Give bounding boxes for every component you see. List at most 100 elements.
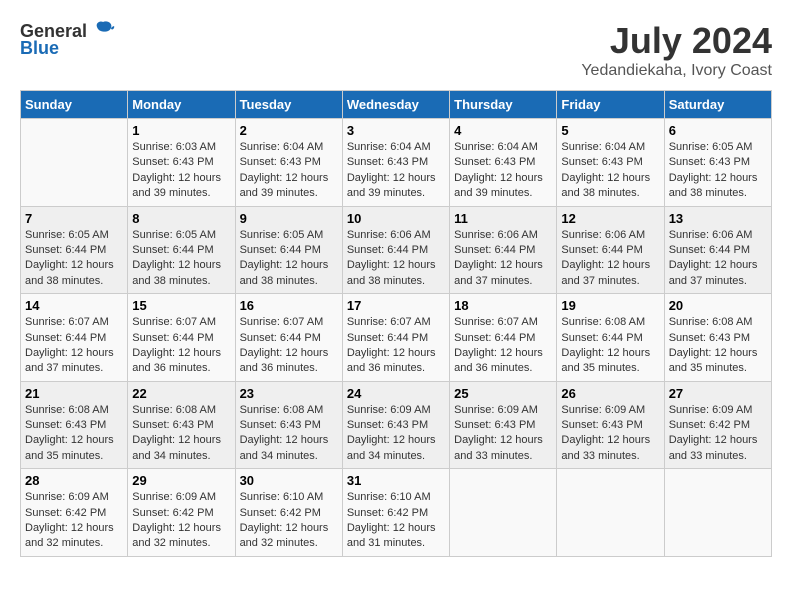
calendar-cell: 19 Sunrise: 6:08 AM Sunset: 6:44 PM Dayli… xyxy=(557,294,664,382)
day-info: Sunrise: 6:05 AM Sunset: 6:44 PM Dayligh… xyxy=(25,228,123,290)
day-info: Sunrise: 6:08 AM Sunset: 6:44 PM Dayligh… xyxy=(561,315,659,377)
day-number: 4 xyxy=(454,123,552,138)
day-info: Sunrise: 6:09 AM Sunset: 6:42 PM Dayligh… xyxy=(132,490,230,552)
calendar-cell: 23 Sunrise: 6:08 AM Sunset: 6:43 PM Dayli… xyxy=(235,381,342,469)
day-info: Sunrise: 6:09 AM Sunset: 6:42 PM Dayligh… xyxy=(25,490,123,552)
col-header-sunday: Sunday xyxy=(21,91,128,119)
month-year: July 2024 xyxy=(581,20,772,62)
day-info: Sunrise: 6:08 AM Sunset: 6:43 PM Dayligh… xyxy=(132,403,230,465)
col-header-monday: Monday xyxy=(128,91,235,119)
col-header-wednesday: Wednesday xyxy=(342,91,449,119)
day-info: Sunrise: 6:09 AM Sunset: 6:43 PM Dayligh… xyxy=(561,403,659,465)
day-number: 30 xyxy=(240,473,338,488)
calendar-cell: 21 Sunrise: 6:08 AM Sunset: 6:43 PM Dayli… xyxy=(21,381,128,469)
calendar-cell: 16Sunrise: 6:07 AM Sunset: 6:44 PM Dayli… xyxy=(235,294,342,382)
day-info: Sunrise: 6:06 AM Sunset: 6:44 PM Dayligh… xyxy=(669,228,767,290)
calendar-cell: 25 Sunrise: 6:09 AM Sunset: 6:43 PM Dayli… xyxy=(450,381,557,469)
day-number: 7 xyxy=(25,211,123,226)
col-header-tuesday: Tuesday xyxy=(235,91,342,119)
day-number: 9 xyxy=(240,211,338,226)
calendar-week-row: 21 Sunrise: 6:08 AM Sunset: 6:43 PM Dayli… xyxy=(21,381,772,469)
calendar-cell: 31Sunrise: 6:10 AM Sunset: 6:42 PM Dayli… xyxy=(342,469,449,557)
calendar-cell: 4 Sunrise: 6:04 AM Sunset: 6:43 PM Daylig… xyxy=(450,119,557,207)
calendar-cell: 27Sunrise: 6:09 AM Sunset: 6:42 PM Dayli… xyxy=(664,381,771,469)
day-info: Sunrise: 6:10 AM Sunset: 6:42 PM Dayligh… xyxy=(347,490,445,552)
calendar-cell: 5Sunrise: 6:04 AM Sunset: 6:43 PM Daylig… xyxy=(557,119,664,207)
day-info: Sunrise: 6:07 AM Sunset: 6:44 PM Dayligh… xyxy=(25,315,123,377)
day-info: Sunrise: 6:06 AM Sunset: 6:44 PM Dayligh… xyxy=(561,228,659,290)
day-number: 3 xyxy=(347,123,445,138)
day-number: 10 xyxy=(347,211,445,226)
col-header-friday: Friday xyxy=(557,91,664,119)
day-info: Sunrise: 6:07 AM Sunset: 6:44 PM Dayligh… xyxy=(132,315,230,377)
day-info: Sunrise: 6:05 AM Sunset: 6:43 PM Dayligh… xyxy=(669,140,767,202)
day-info: Sunrise: 6:04 AM Sunset: 6:43 PM Dayligh… xyxy=(347,140,445,202)
page-header: General Blue July 2024 Yedandiekaha, Ivo… xyxy=(20,20,772,80)
calendar-week-row: 7 Sunrise: 6:05 AM Sunset: 6:44 PM Daylig… xyxy=(21,206,772,294)
calendar-week-row: 28 Sunrise: 6:09 AM Sunset: 6:42 PM Dayli… xyxy=(21,469,772,557)
calendar-cell: 30 Sunrise: 6:10 AM Sunset: 6:42 PM Dayli… xyxy=(235,469,342,557)
calendar-cell: 13 Sunrise: 6:06 AM Sunset: 6:44 PM Dayli… xyxy=(664,206,771,294)
calendar-cell: 1Sunrise: 6:03 AM Sunset: 6:43 PM Daylig… xyxy=(128,119,235,207)
day-info: Sunrise: 6:04 AM Sunset: 6:43 PM Dayligh… xyxy=(240,140,338,202)
day-number: 15 xyxy=(132,298,230,313)
logo-bird-icon xyxy=(91,20,115,42)
day-info: Sunrise: 6:05 AM Sunset: 6:44 PM Dayligh… xyxy=(132,228,230,290)
day-info: Sunrise: 6:08 AM Sunset: 6:43 PM Dayligh… xyxy=(25,403,123,465)
day-number: 13 xyxy=(669,211,767,226)
day-info: Sunrise: 6:07 AM Sunset: 6:44 PM Dayligh… xyxy=(347,315,445,377)
day-number: 18 xyxy=(454,298,552,313)
day-info: Sunrise: 6:10 AM Sunset: 6:42 PM Dayligh… xyxy=(240,490,338,552)
calendar-cell xyxy=(21,119,128,207)
day-number: 5 xyxy=(561,123,659,138)
day-info: Sunrise: 6:05 AM Sunset: 6:44 PM Dayligh… xyxy=(240,228,338,290)
day-number: 17 xyxy=(347,298,445,313)
col-header-thursday: Thursday xyxy=(450,91,557,119)
logo: General Blue xyxy=(20,20,115,59)
calendar-cell: 18 Sunrise: 6:07 AM Sunset: 6:44 PM Dayli… xyxy=(450,294,557,382)
day-info: Sunrise: 6:08 AM Sunset: 6:43 PM Dayligh… xyxy=(669,315,767,377)
day-info: Sunrise: 6:09 AM Sunset: 6:42 PM Dayligh… xyxy=(669,403,767,465)
day-info: Sunrise: 6:07 AM Sunset: 6:44 PM Dayligh… xyxy=(240,315,338,377)
calendar-cell: 11 Sunrise: 6:06 AM Sunset: 6:44 PM Dayli… xyxy=(450,206,557,294)
day-number: 26 xyxy=(561,386,659,401)
calendar-cell: 6 Sunrise: 6:05 AM Sunset: 6:43 PM Daylig… xyxy=(664,119,771,207)
day-info: Sunrise: 6:09 AM Sunset: 6:43 PM Dayligh… xyxy=(454,403,552,465)
col-header-saturday: Saturday xyxy=(664,91,771,119)
calendar-cell: 14 Sunrise: 6:07 AM Sunset: 6:44 PM Dayli… xyxy=(21,294,128,382)
day-number: 14 xyxy=(25,298,123,313)
title-area: July 2024 Yedandiekaha, Ivory Coast xyxy=(581,20,772,80)
calendar-header-row: SundayMondayTuesdayWednesdayThursdayFrid… xyxy=(21,91,772,119)
calendar-cell: 3 Sunrise: 6:04 AM Sunset: 6:43 PM Daylig… xyxy=(342,119,449,207)
calendar-cell xyxy=(557,469,664,557)
calendar-cell: 24Sunrise: 6:09 AM Sunset: 6:43 PM Dayli… xyxy=(342,381,449,469)
calendar-cell: 15 Sunrise: 6:07 AM Sunset: 6:44 PM Dayli… xyxy=(128,294,235,382)
day-info: Sunrise: 6:09 AM Sunset: 6:43 PM Dayligh… xyxy=(347,403,445,465)
calendar-cell xyxy=(664,469,771,557)
day-number: 22 xyxy=(132,386,230,401)
day-number: 28 xyxy=(25,473,123,488)
day-info: Sunrise: 6:06 AM Sunset: 6:44 PM Dayligh… xyxy=(347,228,445,290)
calendar-cell: 10 Sunrise: 6:06 AM Sunset: 6:44 PM Dayli… xyxy=(342,206,449,294)
day-number: 21 xyxy=(25,386,123,401)
day-number: 23 xyxy=(240,386,338,401)
day-info: Sunrise: 6:08 AM Sunset: 6:43 PM Dayligh… xyxy=(240,403,338,465)
day-number: 2 xyxy=(240,123,338,138)
day-number: 29 xyxy=(132,473,230,488)
calendar-cell: 2 Sunrise: 6:04 AM Sunset: 6:43 PM Daylig… xyxy=(235,119,342,207)
day-number: 19 xyxy=(561,298,659,313)
day-info: Sunrise: 6:03 AM Sunset: 6:43 PM Dayligh… xyxy=(132,140,230,202)
day-number: 25 xyxy=(454,386,552,401)
calendar-cell: 26 Sunrise: 6:09 AM Sunset: 6:43 PM Dayli… xyxy=(557,381,664,469)
calendar-cell: 7 Sunrise: 6:05 AM Sunset: 6:44 PM Daylig… xyxy=(21,206,128,294)
day-info: Sunrise: 6:06 AM Sunset: 6:44 PM Dayligh… xyxy=(454,228,552,290)
day-number: 20 xyxy=(669,298,767,313)
calendar-cell: 9 Sunrise: 6:05 AM Sunset: 6:44 PM Daylig… xyxy=(235,206,342,294)
day-info: Sunrise: 6:07 AM Sunset: 6:44 PM Dayligh… xyxy=(454,315,552,377)
calendar-week-row: 14 Sunrise: 6:07 AM Sunset: 6:44 PM Dayli… xyxy=(21,294,772,382)
calendar-cell: 28 Sunrise: 6:09 AM Sunset: 6:42 PM Dayli… xyxy=(21,469,128,557)
day-number: 11 xyxy=(454,211,552,226)
day-number: 6 xyxy=(669,123,767,138)
day-number: 12 xyxy=(561,211,659,226)
day-info: Sunrise: 6:04 AM Sunset: 6:43 PM Dayligh… xyxy=(454,140,552,202)
